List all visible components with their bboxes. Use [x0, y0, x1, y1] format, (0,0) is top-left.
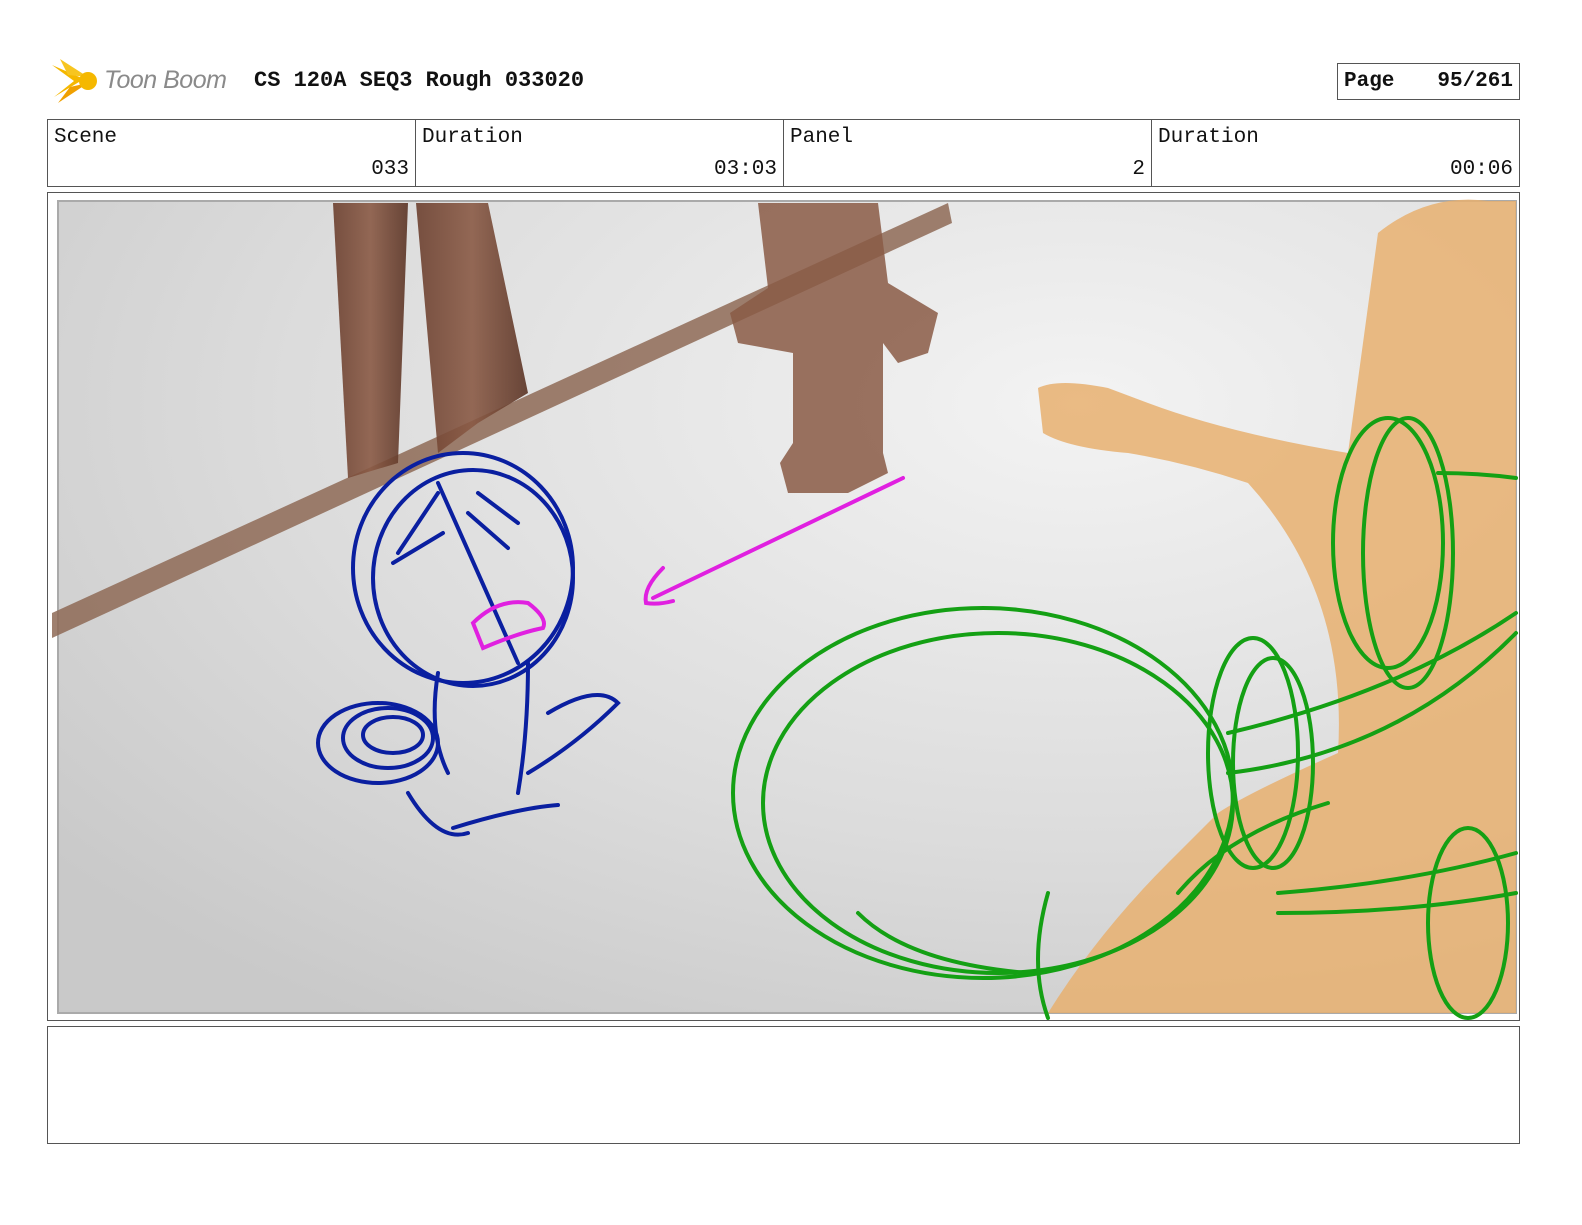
scene-duration-value: 03:03 — [713, 158, 777, 181]
panel-notes — [47, 1026, 1520, 1144]
scene-info-row: Scene 033 Duration 03:03 Panel 2 Duratio… — [47, 119, 1520, 187]
page-label: Page — [1344, 70, 1395, 93]
scene-duration-cell: Duration 03:03 — [416, 120, 784, 186]
document-title: CS 120A SEQ3 Rough 033020 — [254, 68, 585, 93]
panel-label: Panel — [790, 126, 854, 149]
panel-cell: Panel 2 — [784, 120, 1152, 186]
scene-label: Scene — [54, 126, 118, 149]
storyboard-panel — [47, 192, 1520, 1021]
page-number: 95/261 — [1437, 70, 1513, 93]
scene-cell: Scene 033 — [48, 120, 416, 186]
scene-value: 033 — [371, 158, 409, 181]
panel-duration-label: Duration — [1158, 126, 1259, 149]
storyboard-panel-artwork — [52, 199, 1518, 1020]
scene-duration-label: Duration — [422, 126, 523, 149]
logo-text: Toon Boom — [104, 66, 227, 94]
page-indicator: Page 95/261 — [1337, 63, 1520, 100]
panel-duration-value: 00:06 — [1449, 158, 1513, 181]
panel-value: 2 — [1132, 158, 1145, 181]
panel-duration-cell: Duration 00:06 — [1152, 120, 1519, 186]
